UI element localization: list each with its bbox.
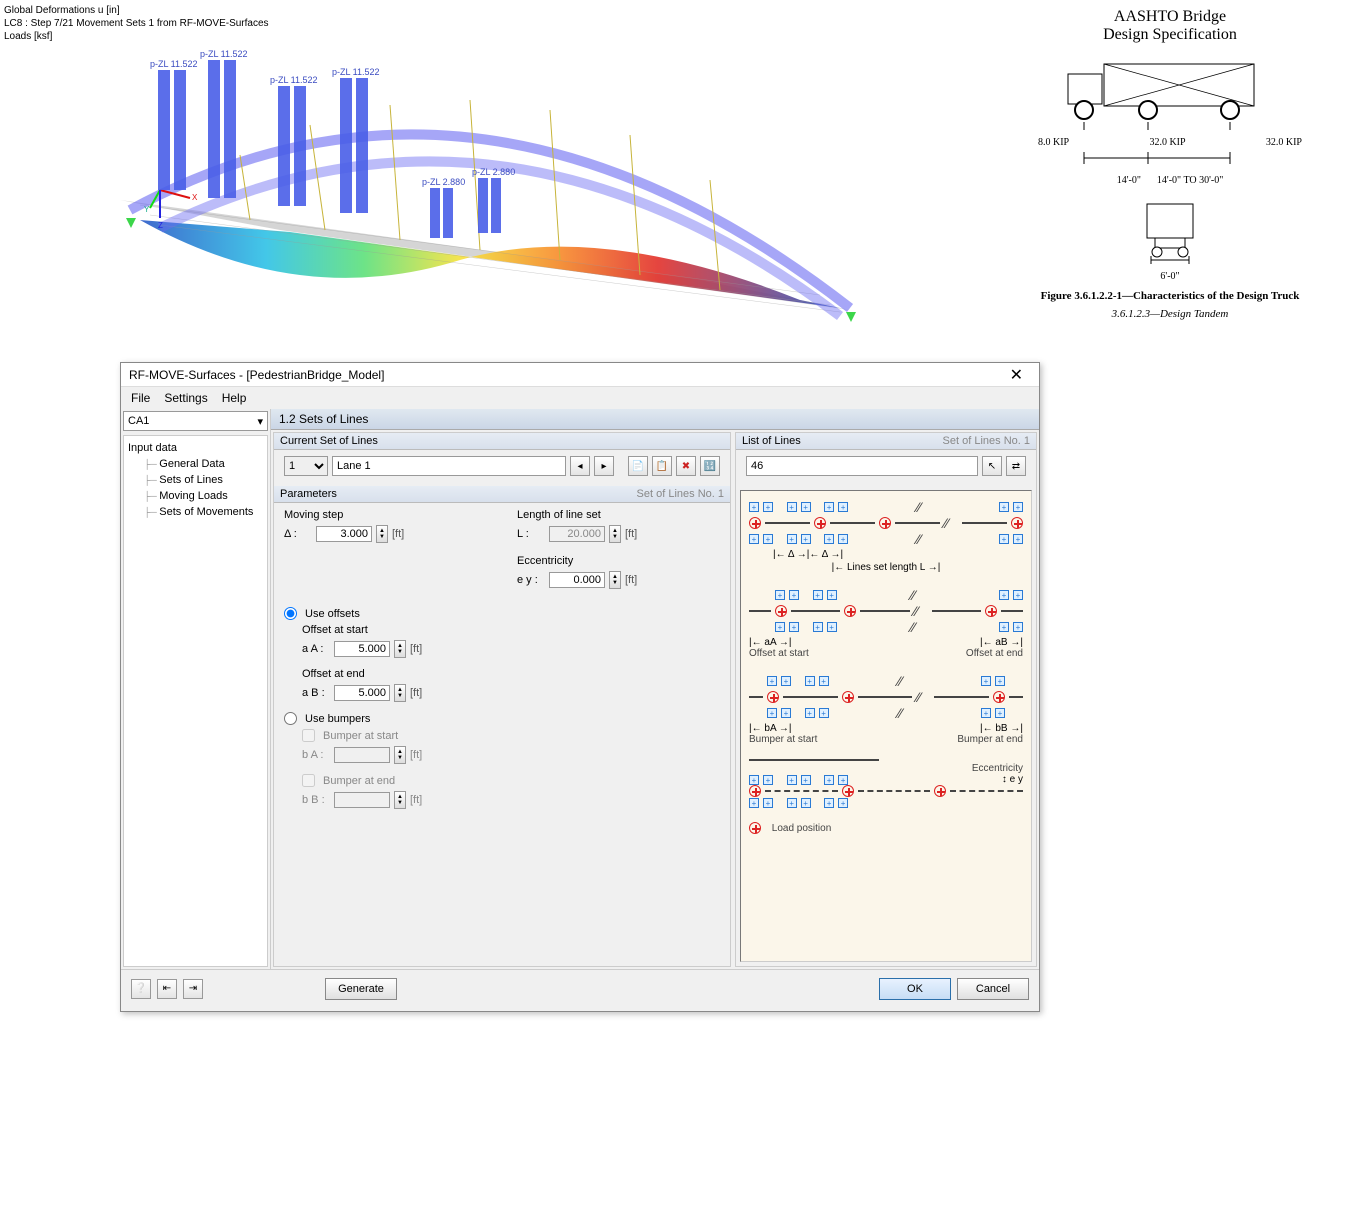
titlebar: RF-MOVE-Surfaces - [PedestrianBridge_Mod… xyxy=(121,363,1039,387)
use-offsets-label: Use offsets xyxy=(305,608,360,620)
ok-button[interactable]: OK xyxy=(879,978,951,1000)
offset-end-spinner[interactable]: ▲▼ xyxy=(394,684,406,702)
close-icon[interactable]: ✕ xyxy=(1002,365,1031,385)
bumper-end-input xyxy=(334,792,390,808)
next-set-button[interactable]: ▸ xyxy=(594,456,614,476)
tree-general-data[interactable]: General Data xyxy=(128,456,263,472)
params-title: Parameters xyxy=(280,488,337,500)
bumper-end-check xyxy=(302,774,315,787)
length-input xyxy=(549,526,605,542)
delta-input[interactable] xyxy=(316,526,372,542)
ecc-spinner[interactable]: ▲▼ xyxy=(609,571,621,589)
tree-sets-of-movements[interactable]: Sets of Movements xyxy=(128,504,263,520)
figure-caption: Figure 3.6.1.2.2-1—Characteristics of th… xyxy=(1030,290,1310,302)
ecc-label: Eccentricity xyxy=(517,555,720,567)
prev-set-button[interactable]: ◂ xyxy=(570,456,590,476)
spec-title-2: Design Specification xyxy=(1030,26,1310,44)
menu-help[interactable]: Help xyxy=(222,391,247,405)
truck-rear-diagram xyxy=(1135,198,1205,268)
offset-start-spinner[interactable]: ▲▼ xyxy=(394,640,406,658)
chevron-down-icon: ▾ xyxy=(257,415,263,428)
length-label: Length of line set xyxy=(517,509,720,521)
menubar: File Settings Help xyxy=(121,387,1039,409)
set-number-select[interactable]: 1 xyxy=(284,456,328,476)
flip-lines-button[interactable]: ⇄ xyxy=(1006,456,1026,476)
menu-settings[interactable]: Settings xyxy=(164,391,207,405)
renumber-button[interactable]: 🔢 xyxy=(700,456,720,476)
rf-move-dialog: RF-MOVE-Surfaces - [PedestrianBridge_Mod… xyxy=(120,362,1040,1012)
svg-text:Z: Z xyxy=(158,221,163,230)
svg-text:p-ZL 11.522: p-ZL 11.522 xyxy=(270,75,318,85)
viewer-label: Global Deformations u [in] LC8 : Step 7/… xyxy=(4,4,269,43)
params-subtitle: Set of Lines No. 1 xyxy=(637,488,724,500)
case-combo[interactable]: CA1▾ xyxy=(123,411,268,431)
bumper-start-input xyxy=(334,747,390,763)
svg-text:p-ZL 11.522: p-ZL 11.522 xyxy=(150,59,198,69)
new-set-button[interactable]: 📄 xyxy=(628,456,648,476)
delete-set-button[interactable]: ✖ xyxy=(676,456,696,476)
tandem-heading: 3.6.1.2.3—Design Tandem xyxy=(1030,308,1310,320)
generate-button[interactable]: Generate xyxy=(325,978,397,1000)
svg-text:X: X xyxy=(192,193,198,202)
list-lines-input[interactable] xyxy=(746,456,978,476)
dialog-footer: ❔ ⇤ ⇥ Generate OK Cancel xyxy=(121,969,1039,1007)
ecc-input[interactable] xyxy=(549,572,605,588)
moving-step-label: Moving step xyxy=(284,509,487,521)
cancel-button[interactable]: Cancel xyxy=(957,978,1029,1000)
set-name-input[interactable] xyxy=(332,456,566,476)
use-bumpers-radio[interactable] xyxy=(284,712,297,725)
svg-text:p-ZL 11.522: p-ZL 11.522 xyxy=(200,50,248,59)
nav-tree: Input data General Data Sets of Lines Mo… xyxy=(123,435,268,967)
import-button[interactable]: ⇤ xyxy=(157,979,177,999)
bridge-visualization: X Y Z p-ZL 11.522 p-ZL 11.522 p-ZL 11.52… xyxy=(80,50,860,330)
dialog-title: RF-MOVE-Surfaces - [PedestrianBridge_Mod… xyxy=(129,368,1002,382)
list-lines-title: List of Lines xyxy=(742,435,801,447)
section-header: 1.2 Sets of Lines xyxy=(271,409,1039,430)
help-button[interactable]: ❔ xyxy=(131,979,151,999)
svg-text:p-ZL 2.880: p-ZL 2.880 xyxy=(422,177,465,187)
spec-title-1: AASHTO Bridge xyxy=(1030,8,1310,26)
use-offsets-radio[interactable] xyxy=(284,607,297,620)
offset-end-input[interactable] xyxy=(334,685,390,701)
truck-side-diagram xyxy=(1060,52,1280,132)
svg-text:p-ZL 11.522: p-ZL 11.522 xyxy=(332,67,380,77)
tree-moving-loads[interactable]: Moving Loads xyxy=(128,488,263,504)
copy-set-button[interactable]: 📋 xyxy=(652,456,672,476)
tree-root[interactable]: Input data xyxy=(128,440,263,456)
export-button[interactable]: ⇥ xyxy=(183,979,203,999)
svg-text:p-ZL 2.880: p-ZL 2.880 xyxy=(472,167,515,177)
pick-lines-button[interactable]: ↖ xyxy=(982,456,1002,476)
bumper-start-check xyxy=(302,729,315,742)
parameter-preview: ++ ++ ++⁄⁄++ ⁄⁄ ++ ++ ++⁄⁄++ |← Δ →|← Δ … xyxy=(740,490,1032,962)
offset-start-input[interactable] xyxy=(334,641,390,657)
current-set-title: Current Set of Lines xyxy=(280,435,378,447)
use-bumpers-label: Use bumpers xyxy=(305,713,370,725)
svg-text:Y: Y xyxy=(144,205,150,214)
menu-file[interactable]: File xyxy=(131,391,150,405)
tree-sets-of-lines[interactable]: Sets of Lines xyxy=(128,472,263,488)
spec-panel: AASHTO Bridge Design Specification 8.0 K… xyxy=(1030,8,1310,320)
delta-spinner[interactable]: ▲▼ xyxy=(376,525,388,543)
